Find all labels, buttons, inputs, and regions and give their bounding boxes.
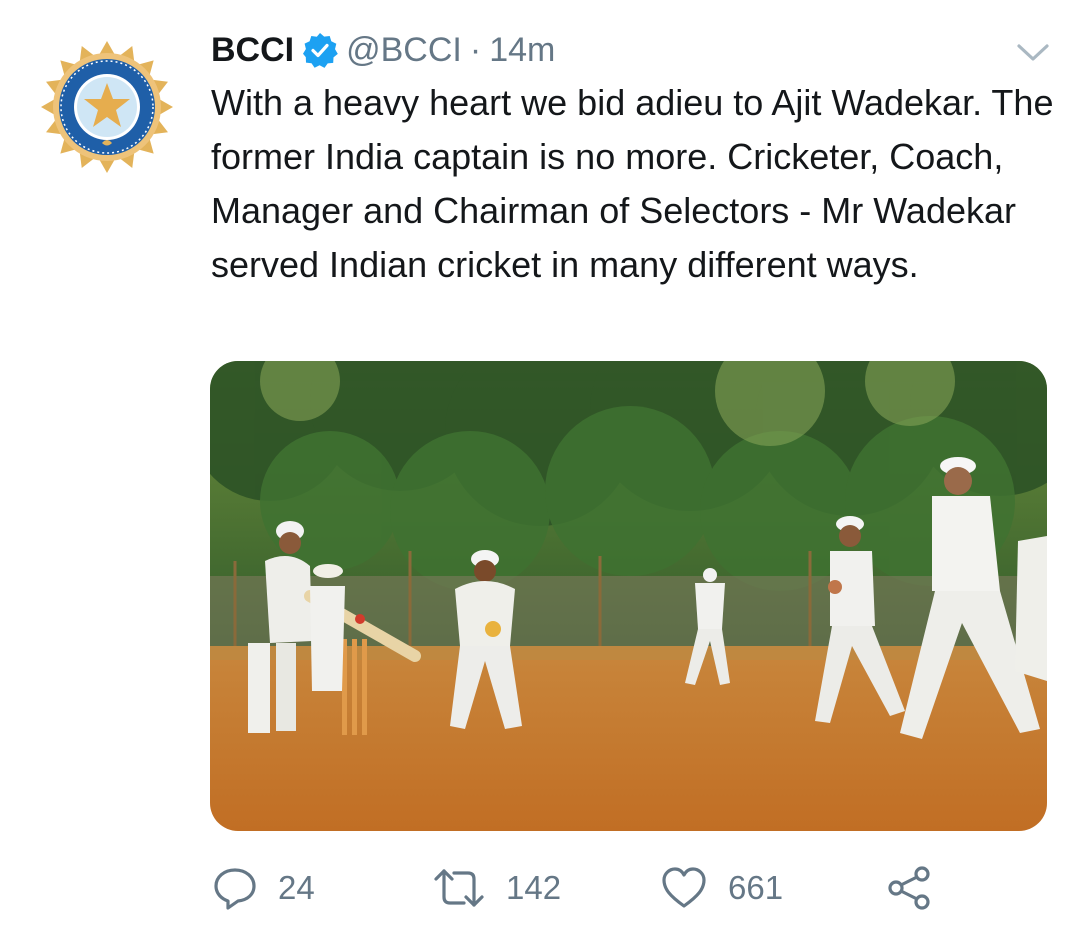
tweet-actions: 24 142 661 [210, 862, 1050, 914]
share-icon [888, 866, 930, 910]
retweet-button[interactable]: 142 [432, 862, 561, 914]
tweet-media[interactable] [210, 361, 1047, 831]
tweet-text: With a heavy heart we bid adieu to Ajit … [211, 82, 1054, 285]
reply-icon [214, 868, 256, 910]
cricket-photo [210, 361, 1047, 831]
heart-icon [662, 867, 706, 908]
share-button[interactable] [886, 862, 932, 914]
separator-dot: · [469, 30, 482, 69]
tweet-menu-button[interactable] [1014, 38, 1052, 66]
author-name[interactable]: BCCI [211, 31, 294, 70]
retweet-icon [434, 869, 484, 907]
reply-button[interactable]: 24 [212, 862, 315, 914]
chevron-down-icon [1017, 44, 1049, 61]
timestamp[interactable]: 14m [489, 31, 555, 70]
reply-count: 24 [278, 869, 315, 906]
bcci-logo-icon [41, 41, 173, 173]
retweet-count: 142 [506, 869, 562, 906]
author-handle[interactable]: @BCCI [346, 31, 462, 70]
tweet-header: BCCI @BCCI · 14m [211, 28, 555, 72]
like-count: 661 [728, 869, 784, 906]
verified-badge-icon [302, 32, 338, 68]
like-button[interactable]: 661 [660, 862, 783, 914]
avatar[interactable] [38, 38, 176, 176]
